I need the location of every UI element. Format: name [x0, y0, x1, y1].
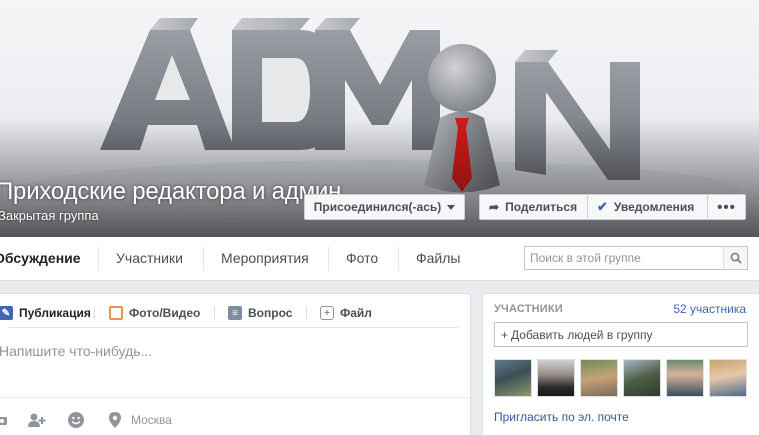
composer-tab-photo-label: Фото/Видео [129, 306, 201, 320]
location-pin-icon [109, 412, 121, 428]
composer-tab-post-label: Публикация [19, 306, 91, 320]
tab-divider [203, 247, 204, 271]
file-plus-icon: + [320, 306, 334, 320]
share-arrow-icon: ➦ [489, 200, 500, 214]
plus-icon: + [501, 327, 509, 342]
photo-icon [109, 306, 123, 320]
location-button[interactable]: Москва [109, 410, 172, 430]
search-icon [730, 252, 742, 264]
invite-by-email-link[interactable]: Пригласить по эл. почте [494, 410, 629, 424]
tab-discussion[interactable]: Обсуждение [0, 237, 81, 281]
group-search [524, 246, 748, 270]
composer-tab-divider [214, 306, 215, 320]
composer-tab-file[interactable]: + Файл [320, 304, 372, 322]
tab-photos[interactable]: Фото [346, 237, 378, 281]
group-search-input[interactable] [525, 247, 723, 269]
group-privacy: Закрытая группа [0, 208, 99, 223]
tab-events[interactable]: Мероприятия [221, 237, 309, 281]
tab-files[interactable]: Файлы [416, 237, 460, 281]
composer-bottom-divider [0, 397, 470, 398]
tab-divider [328, 247, 329, 271]
more-dots-icon: ••• [717, 198, 736, 216]
composer-tab-divider [94, 306, 95, 320]
check-icon: ✔ [597, 199, 608, 214]
avatar[interactable] [666, 359, 704, 397]
post-composer: ✎ Публикация Фото/Видео ≡ Вопрос + Файл … [0, 293, 471, 435]
add-members-placeholder: Добавить людей в группу [511, 327, 653, 342]
members-count-link[interactable]: 52 участника [673, 302, 746, 316]
tab-members[interactable]: Участники [116, 237, 183, 281]
avatar[interactable] [494, 359, 532, 397]
add-person-icon [28, 413, 46, 427]
cover-photo[interactable]: Приходские редактора и админ Закрытая гр… [0, 0, 759, 237]
joined-button[interactable]: Присоединился(-ась) [304, 194, 465, 220]
avatar[interactable] [623, 359, 661, 397]
tab-divider [398, 247, 399, 271]
composer-text-field[interactable]: Напишите что-нибудь... [0, 343, 152, 359]
pencil-icon: ✎ [0, 306, 13, 320]
joined-label: Присоединился(-ась) [313, 200, 442, 214]
composer-tab-divider [306, 306, 307, 320]
search-button[interactable] [723, 247, 747, 269]
avatar[interactable] [580, 359, 618, 397]
feeling-button[interactable] [67, 410, 85, 430]
composer-tab-question-label: Вопрос [248, 306, 293, 320]
group-title[interactable]: Приходские редактора и админ [0, 178, 341, 206]
avatar[interactable] [537, 359, 575, 397]
question-list-icon: ≡ [228, 306, 242, 320]
members-heading: УЧАСТНИКИ [494, 303, 563, 315]
share-button[interactable]: ➦ Поделиться [479, 194, 588, 220]
smiley-icon [68, 412, 84, 428]
location-label: Москва [131, 413, 172, 427]
more-options-button[interactable]: ••• [707, 194, 746, 220]
tab-divider [98, 247, 99, 271]
camera-button[interactable] [0, 410, 9, 430]
group-page: Приходские редактора и админ Закрытая гр… [0, 0, 759, 435]
notifications-label: Уведомления [613, 200, 695, 214]
camera-icon [0, 417, 7, 425]
composer-tab-file-label: Файл [340, 306, 372, 320]
avatar[interactable] [709, 359, 747, 397]
composer-tab-post[interactable]: ✎ Публикация [0, 304, 91, 322]
composer-tab-photo-video[interactable]: Фото/Видео [109, 304, 200, 322]
add-members-field[interactable]: + Добавить людей в группу [494, 322, 748, 347]
composer-divider [9, 327, 459, 328]
share-label: Поделиться [505, 200, 578, 214]
composer-tab-question[interactable]: ≡ Вопрос [228, 304, 292, 322]
tag-friends-button[interactable] [27, 410, 47, 430]
notifications-button[interactable]: ✔ Уведомления [587, 194, 708, 220]
chevron-down-icon [447, 204, 456, 210]
members-panel: УЧАСТНИКИ 52 участника + Добавить людей … [482, 293, 759, 435]
